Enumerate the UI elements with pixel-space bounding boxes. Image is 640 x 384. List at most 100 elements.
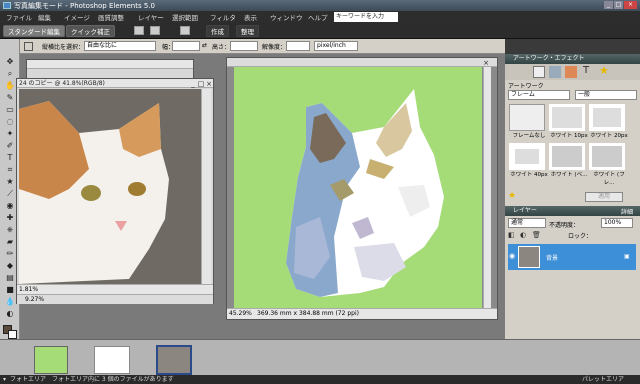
eraser-tool-icon[interactable]: ▰: [4, 237, 16, 247]
create-button[interactable]: 作成: [206, 25, 229, 37]
artwork-category-select[interactable]: フレーム: [508, 90, 570, 100]
red-eye-tool-icon[interactable]: ◉: [4, 201, 16, 211]
bin-thumbnail-selected[interactable]: [156, 345, 192, 375]
magic-wand-icon[interactable]: ✦: [4, 129, 16, 139]
folder-icon[interactable]: [150, 26, 160, 35]
artwork-item[interactable]: ホワイト (フレ...: [589, 143, 629, 186]
opacity-input[interactable]: 100%: [601, 218, 633, 228]
doc-minimize-icon[interactable]: _: [189, 80, 197, 88]
bin-thumbnail[interactable]: [34, 346, 68, 374]
lasso-tool-icon[interactable]: ◌: [4, 117, 16, 127]
artwork-item[interactable]: ホワイト (ベ...: [549, 143, 589, 178]
artwork-item[interactable]: フレームなし: [509, 104, 549, 139]
background-color-swatch[interactable]: [8, 330, 17, 339]
unit-select[interactable]: pixel/inch: [314, 41, 358, 51]
menu-help[interactable]: ヘルプ: [308, 12, 328, 22]
posterized-cat-canvas: [234, 67, 482, 308]
share-icon[interactable]: [180, 26, 190, 35]
palette-area-label[interactable]: パレットエリア: [582, 375, 624, 384]
visibility-eye-icon[interactable]: ◉: [509, 252, 515, 260]
doc-status-bar: 45.29% 369.36 mm x 384.88 mm (72 ppi): [227, 308, 497, 319]
layer-tools-row: ◧ ◐ 🗑 ロック：: [508, 231, 638, 241]
standard-edit-tab[interactable]: スタンダード編集: [3, 25, 65, 37]
move-tool-icon[interactable]: ✥: [4, 57, 16, 67]
hand-tool-icon[interactable]: ✋: [4, 81, 16, 91]
brush-tool-icon[interactable]: ✏: [4, 249, 16, 259]
delete-layer-icon[interactable]: 🗑: [532, 231, 541, 239]
selection-brush-icon[interactable]: ✐: [4, 141, 16, 151]
artwork-thumb: [509, 143, 545, 170]
menu-enhance[interactable]: 画質調整: [98, 12, 124, 22]
straighten-tool-icon[interactable]: ⟋: [4, 189, 16, 199]
swap-icon[interactable]: ⇄: [202, 42, 207, 49]
artwork-filter-select[interactable]: 一般: [575, 90, 637, 100]
close-button[interactable]: ×: [624, 1, 637, 9]
clone-stamp-icon[interactable]: ⎈: [4, 225, 16, 235]
resolution-input[interactable]: [286, 41, 310, 51]
new-layer-icon[interactable]: ◧: [508, 231, 515, 239]
doc-window-photo-title: 24 のコピー @ 41.8%(RGB/8): [17, 79, 213, 88]
resolution-label: 解像度：: [262, 44, 287, 51]
text-effects-tab-icon[interactable]: T: [583, 65, 589, 76]
artwork-item[interactable]: ホワイト 10px: [549, 104, 589, 139]
effects-tab-icon[interactable]: [549, 66, 561, 78]
menu-file[interactable]: ファイル: [6, 12, 32, 22]
artwork-tab-icon[interactable]: [533, 66, 545, 78]
apply-button[interactable]: 適用: [585, 192, 623, 202]
width-input[interactable]: [172, 41, 200, 51]
healing-brush-icon[interactable]: ✚: [4, 213, 16, 223]
search-input[interactable]: キーワードを入力: [334, 12, 398, 22]
paint-bucket-icon[interactable]: ◆: [4, 261, 16, 271]
quick-fix-tab[interactable]: クイック補正: [66, 25, 115, 37]
blend-mode-select[interactable]: 通常: [508, 218, 546, 228]
layers-panel-header[interactable]: レイヤー: [505, 206, 640, 216]
maximize-button[interactable]: □: [614, 1, 623, 9]
gradient-tool-icon[interactable]: ▤: [4, 273, 16, 283]
layer-row-background[interactable]: ◉ 背景 ▣: [508, 244, 636, 270]
filters-tab-icon[interactable]: [565, 66, 577, 78]
layer-name: 背景: [546, 255, 559, 262]
shape-tool-icon[interactable]: ■: [4, 285, 16, 295]
doc-window-main: × 45.29% 369.36 mm x 384.88 mm (72 ppi): [226, 57, 498, 320]
doc-vertical-scrollbar[interactable]: [483, 67, 491, 308]
menu-image[interactable]: イメージ: [64, 12, 90, 22]
artwork-thumb: [589, 104, 625, 131]
type-tool-icon[interactable]: T: [4, 153, 16, 163]
doc-close-icon[interactable]: ×: [205, 80, 213, 88]
doc-close-icon[interactable]: ×: [482, 59, 490, 67]
doc-maximize-icon[interactable]: □: [197, 80, 205, 88]
eyedropper-tool-icon[interactable]: ✎: [4, 93, 16, 103]
organize-button[interactable]: 整理: [236, 25, 259, 37]
sponge-tool-icon[interactable]: ◐: [4, 309, 16, 319]
artwork-thumb: [589, 143, 625, 170]
ratio-select[interactable]: 自由な比に: [84, 41, 156, 51]
artwork-panel-tabs: T ★: [505, 64, 640, 80]
photo-vertical-scrollbar[interactable]: [201, 89, 211, 284]
height-input[interactable]: [230, 41, 258, 51]
menu-filter[interactable]: フィルタ: [210, 12, 236, 22]
artwork-panel-header[interactable]: アートワーク・エフェクト: [505, 54, 640, 64]
menu-window[interactable]: ウィンドウ: [270, 12, 303, 22]
artwork-thumb: [549, 143, 585, 170]
print-icon[interactable]: [134, 26, 144, 35]
crop-tool-icon[interactable]: ⌗: [4, 165, 16, 175]
menu-select[interactable]: 選択範囲: [172, 12, 198, 22]
cookie-cutter-icon[interactable]: ★: [4, 177, 16, 187]
bin-toggle-icon[interactable]: ▾: [3, 375, 6, 384]
minimize-button[interactable]: _: [604, 1, 613, 9]
menu-layer[interactable]: レイヤー: [138, 12, 164, 22]
ratio-label: 縦横比を選択：: [42, 44, 85, 51]
marquee-tool-icon[interactable]: ▭: [4, 105, 16, 115]
zoom-tool-icon[interactable]: ⌕: [4, 69, 16, 79]
favorite-star-icon[interactable]: ★: [508, 191, 516, 201]
blur-tool-icon[interactable]: 💧: [4, 297, 16, 307]
artwork-item[interactable]: ホワイト 40px: [509, 143, 549, 178]
artwork-item[interactable]: ホワイト 20px: [589, 104, 629, 139]
cat-photo-canvas: [19, 89, 201, 284]
layers-more-button[interactable]: 詳細: [621, 207, 633, 216]
menu-edit[interactable]: 編集: [38, 12, 51, 22]
bin-thumbnail[interactable]: [94, 346, 130, 374]
adjustment-layer-icon[interactable]: ◐: [520, 231, 526, 239]
menu-view[interactable]: 表示: [244, 12, 257, 22]
favorites-tab-icon[interactable]: ★: [599, 64, 609, 77]
